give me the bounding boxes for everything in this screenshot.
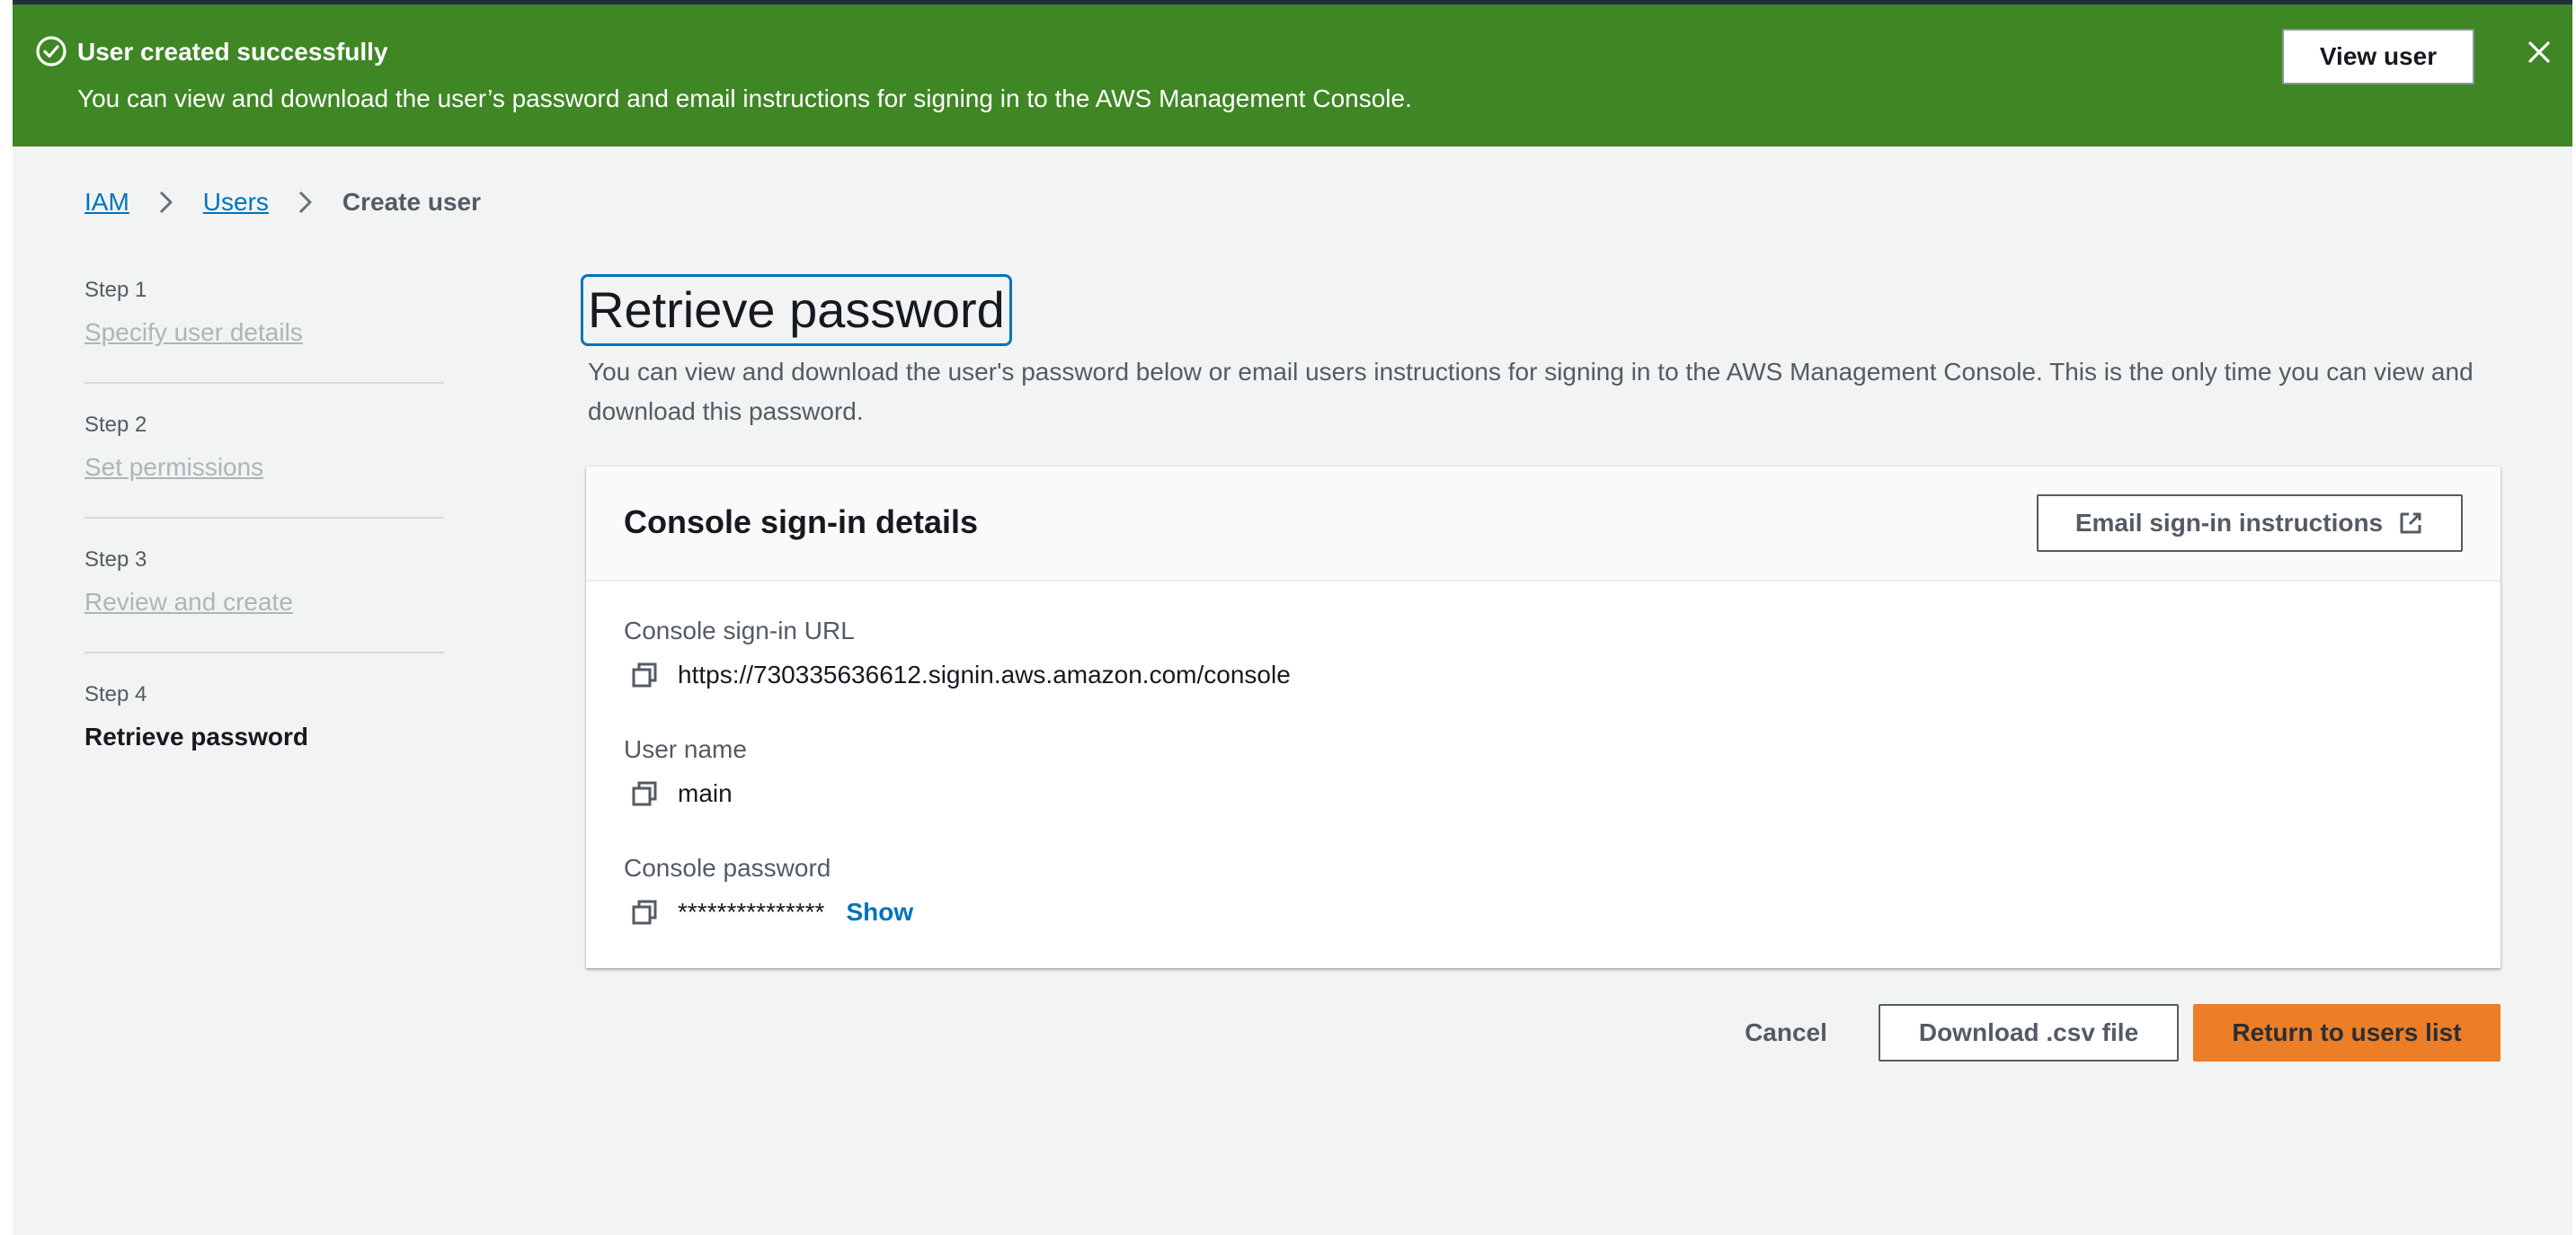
password-value: *************** (678, 898, 825, 926)
flash-title: User created successfully (77, 38, 388, 66)
field-value-row: main (624, 777, 747, 810)
step-label: Step 2 (84, 413, 147, 437)
check-circle-icon (36, 36, 67, 67)
step-3: Step 3 Review and create (84, 546, 444, 618)
email-sign-in-instructions-button[interactable]: Email sign-in instructions (2037, 494, 2463, 552)
download-csv-button[interactable]: Download .csv file (1879, 1004, 2179, 1062)
field-value-row: https://730335636612.signin.aws.amazon.c… (624, 659, 1291, 691)
sign-in-url-value: https://730335636612.signin.aws.amazon.c… (678, 661, 1291, 689)
step-label: Step 3 (84, 547, 147, 572)
step-link-review-and-create[interactable]: Review and create (84, 586, 293, 618)
right-edge (2572, 0, 2576, 1235)
field-value-row: *************** Show (624, 896, 913, 928)
step-divider (84, 517, 444, 519)
step-link-specify-user-details[interactable]: Specify user details (84, 316, 303, 349)
user-name-field: User name main (624, 734, 747, 810)
copy-icon[interactable] (629, 778, 660, 809)
email-button-label: Email sign-in instructions (2074, 509, 2384, 537)
return-to-users-list-button[interactable]: Return to users list (2193, 1004, 2500, 1062)
step-4: Step 4 Retrieve password (84, 681, 444, 753)
flash-message: You can view and download the user’s pas… (77, 84, 1412, 112)
view-user-button[interactable]: View user (2282, 29, 2474, 84)
step-link-set-permissions[interactable]: Set permissions (84, 451, 263, 484)
cancel-button[interactable]: Cancel (1715, 1004, 1857, 1062)
field-label: Console password (624, 854, 831, 882)
breadcrumb-iam-link[interactable]: IAM (84, 184, 129, 220)
success-flashbar: User created successfully You can view a… (13, 4, 2572, 147)
console-password-field: Console password *************** Show (624, 853, 913, 928)
copy-icon[interactable] (629, 897, 660, 928)
external-link-icon (2400, 512, 2421, 534)
step-divider (84, 652, 444, 653)
field-label: Console sign-in URL (624, 617, 855, 644)
chevron-right-icon (159, 191, 173, 214)
page-title: Retrieve password (588, 281, 1005, 338)
step-current-retrieve-password: Retrieve password (84, 723, 308, 751)
close-icon[interactable] (2523, 36, 2555, 68)
page-title-focus-ring: Retrieve password (581, 274, 1012, 346)
step-label: Step 4 (84, 682, 147, 706)
left-edge (0, 0, 13, 1235)
step-2: Step 2 Set permissions (84, 412, 444, 484)
breadcrumb: IAM Users Create user (84, 184, 481, 220)
breadcrumb-users-link[interactable]: Users (203, 184, 269, 220)
chevron-right-icon (298, 191, 312, 214)
panel-header: Console sign-in details Email sign-in in… (586, 466, 2500, 582)
step-1: Step 1 Specify user details (84, 277, 444, 349)
breadcrumb-current: Create user (342, 188, 481, 216)
panel-title: Console sign-in details (624, 503, 979, 540)
show-password-link[interactable]: Show (846, 898, 913, 927)
copy-icon[interactable] (629, 660, 660, 690)
console-sign-in-details-panel: Console sign-in details Email sign-in in… (586, 466, 2500, 968)
page-description: You can view and download the user's pas… (588, 358, 2474, 425)
user-name-value: main (678, 779, 733, 807)
field-label: User name (624, 735, 747, 763)
sign-in-url-field: Console sign-in URL https://730335636612… (624, 616, 1291, 691)
step-label: Step 1 (84, 278, 147, 302)
step-divider (84, 382, 444, 384)
